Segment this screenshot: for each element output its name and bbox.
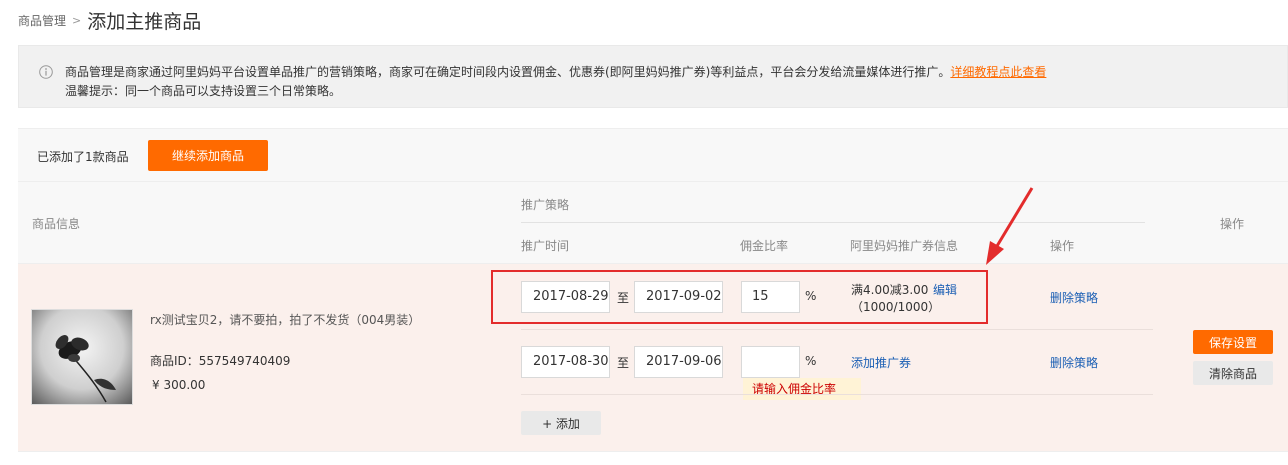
header-rate: 佣金比率 bbox=[740, 239, 789, 253]
strategy-divider bbox=[521, 394, 1153, 395]
header-divider bbox=[521, 222, 1145, 223]
notice-tip: 温馨提示：同一个商品可以支持设置三个日常策略。 bbox=[65, 84, 342, 98]
header-product-info: 商品信息 bbox=[32, 217, 81, 231]
notice-panel: 商品管理是商家通过阿里妈妈平台设置单品推广的营销策略，商家可在确定时间段内设置佣… bbox=[18, 45, 1288, 108]
product-price: ¥ 300.00 bbox=[152, 378, 206, 392]
delete-strategy-link[interactable]: 删除策略 bbox=[1050, 354, 1098, 371]
annotation-arrow-icon bbox=[986, 187, 1034, 265]
page-title: 添加主推商品 bbox=[87, 10, 202, 33]
clear-product-button[interactable]: 清除商品 bbox=[1193, 361, 1273, 385]
toolbar: 已添加了1款商品 继续添加商品 bbox=[18, 128, 1288, 182]
annotation-highlight-box bbox=[491, 270, 988, 324]
product-id: 商品ID：557549740409 bbox=[150, 354, 291, 368]
header-action: 操作 bbox=[1220, 217, 1245, 231]
notice-text: 商品管理是商家通过阿里妈妈平台设置单品推广的营销策略，商家可在确定时间段内设置佣… bbox=[65, 63, 1046, 80]
added-count-text: 已添加了1款商品 bbox=[37, 150, 129, 164]
end-date-input[interactable]: 2017-09-06 bbox=[634, 346, 723, 378]
commission-rate-input[interactable] bbox=[741, 346, 800, 378]
add-strategy-button[interactable]: + 添加 bbox=[521, 411, 601, 435]
header-strategy-action: 操作 bbox=[1050, 239, 1075, 253]
product-name[interactable]: rx测试宝贝2，请不要拍，拍了不发货（004男装） bbox=[150, 311, 420, 328]
header-time: 推广时间 bbox=[521, 239, 570, 253]
table-header: 商品信息 推广策略 推广时间 佣金比率 阿里妈妈推广券信息 操作 操作 bbox=[18, 182, 1288, 264]
flower-image-icon bbox=[55, 335, 116, 403]
save-settings-button[interactable]: 保存设置 bbox=[1193, 330, 1273, 354]
product-image[interactable] bbox=[31, 309, 133, 405]
strategy-divider bbox=[521, 329, 1153, 330]
header-strategy-group: 推广策略 bbox=[521, 198, 570, 212]
breadcrumb-separator: > bbox=[72, 13, 82, 27]
continue-add-button[interactable]: 继续添加商品 bbox=[148, 140, 268, 171]
breadcrumb: 商品管理 > 添加主推商品 bbox=[18, 6, 201, 34]
percent-label: % bbox=[805, 354, 817, 368]
date-range-separator: 至 bbox=[617, 356, 630, 370]
rate-error-tip: 请输入佣金比率 bbox=[743, 378, 861, 400]
start-date-input[interactable]: 2017-08-30 bbox=[521, 346, 610, 378]
tutorial-link[interactable]: 详细教程点此查看 bbox=[950, 65, 1046, 79]
delete-strategy-link[interactable]: 删除策略 bbox=[1050, 289, 1098, 306]
info-icon bbox=[39, 65, 53, 79]
add-coupon-link[interactable]: 添加推广券 bbox=[851, 354, 911, 371]
breadcrumb-parent-link[interactable]: 商品管理 bbox=[18, 12, 66, 29]
header-coupon: 阿里妈妈推广券信息 bbox=[850, 239, 959, 253]
notice-description: 商品管理是商家通过阿里妈妈平台设置单品推广的营销策略，商家可在确定时间段内设置佣… bbox=[65, 65, 951, 79]
